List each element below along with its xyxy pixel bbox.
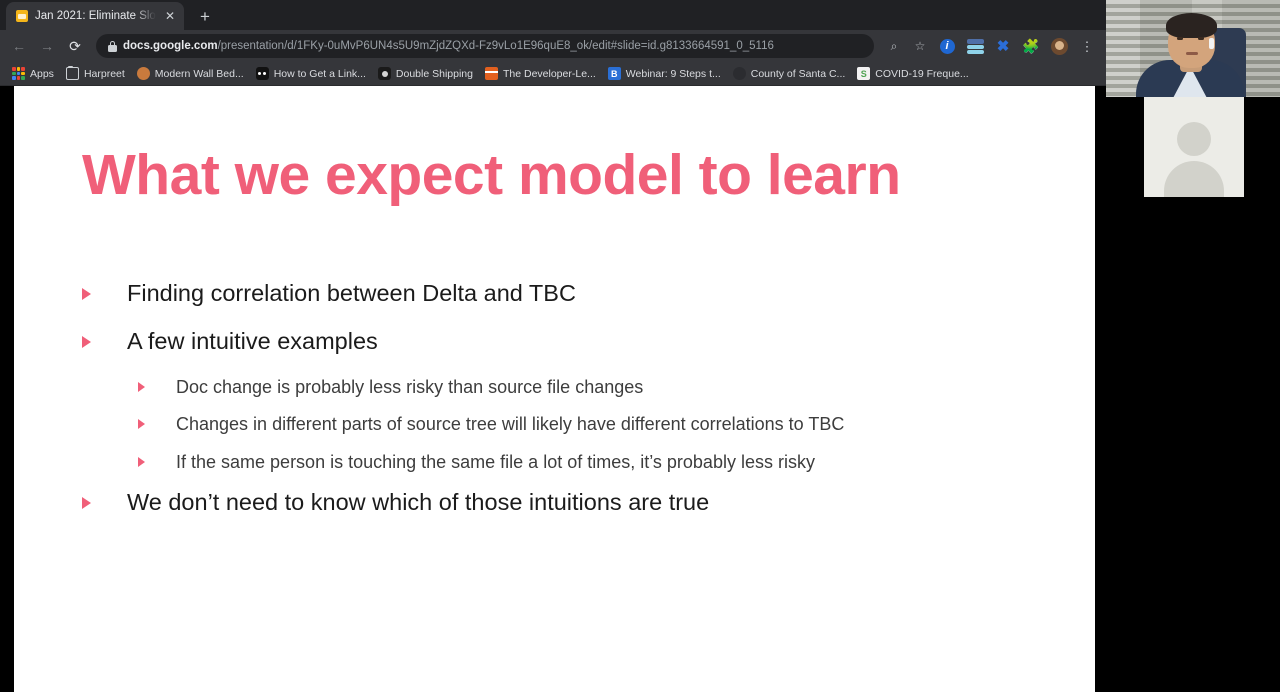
url-host: docs.google.com: [123, 40, 218, 52]
bookmark-label: The Developer-Le...: [502, 67, 596, 80]
bookmark-label: Apps: [30, 67, 54, 80]
avatar-body-icon: [1164, 161, 1224, 197]
slide-bullet-list: Finding correlation between Delta and TB…: [68, 279, 1055, 537]
bullet-text: If the same person is touching the same …: [176, 451, 815, 472]
bullet-item: We don’t need to know which of those int…: [68, 488, 1055, 517]
video-rail: [1106, 0, 1280, 692]
reload-icon[interactable]: ⟳: [62, 33, 88, 59]
lock-icon: [108, 40, 117, 52]
back-icon[interactable]: ←: [6, 33, 32, 59]
profile-avatar-icon[interactable]: [1046, 33, 1072, 59]
info-circle-icon[interactable]: i: [934, 33, 960, 59]
new-tab-button[interactable]: +: [192, 3, 218, 29]
camera-icon: [377, 67, 391, 80]
bullet-item: Finding correlation between Delta and TB…: [68, 279, 1055, 308]
apps-grid-icon: [12, 67, 25, 80]
folder-icon: [65, 65, 79, 80]
address-bar[interactable]: docs.google.com/presentation/d/1FKy-0uMv…: [96, 34, 874, 58]
orange-book-icon: [484, 67, 498, 80]
bullet-text: Doc change is probably less risky than s…: [176, 376, 644, 397]
docs-extension-icon[interactable]: [962, 33, 988, 59]
participant-avatar-tile[interactable]: [1106, 97, 1280, 197]
speaker-eye-left: [1177, 37, 1183, 40]
speaker-eye-right: [1198, 37, 1204, 40]
browser-window: Jan 2021: Eliminate Slow Tests ✕ + ← → ⟳…: [0, 0, 1106, 86]
sub-bullet-item: Doc change is probably less risky than s…: [68, 376, 1055, 399]
bullet-arrow-icon: [82, 497, 91, 510]
blue-doc-icon: B: [607, 67, 621, 80]
x-extension-icon[interactable]: ✖: [990, 33, 1016, 59]
slide-title: What we expect model to learn: [82, 143, 901, 207]
bullet-arrow-icon: [138, 381, 145, 392]
bookmark-how-to-get-a-link[interactable]: How to Get a Link...: [250, 64, 372, 84]
bookmark-star-icon[interactable]: ☆: [908, 34, 932, 58]
tab-strip: Jan 2021: Eliminate Slow Tests ✕ +: [0, 0, 1106, 30]
avatar: [1144, 97, 1244, 197]
bookmark-the-developer-le[interactable]: The Developer-Le...: [479, 64, 602, 84]
bookmark-covid-19-freque[interactable]: S COVID-19 Freque...: [851, 64, 974, 84]
forward-icon[interactable]: →: [34, 33, 60, 59]
bookmark-label: County of Santa C...: [750, 67, 846, 80]
sub-bullet-item: Changes in different parts of source tre…: [68, 413, 1055, 436]
earbud-icon: [1209, 38, 1214, 49]
url-text: docs.google.com/presentation/d/1FKy-0uMv…: [123, 40, 774, 52]
bookmark-county-of-santa-c[interactable]: County of Santa C...: [727, 64, 852, 84]
tab-title: Jan 2021: Eliminate Slow Tests: [35, 10, 156, 22]
bookmark-double-shipping[interactable]: Double Shipping: [372, 64, 479, 84]
extensions-puzzle-icon[interactable]: 🧩: [1018, 33, 1044, 59]
bookmark-label: Webinar: 9 Steps t...: [625, 67, 721, 80]
slides-favicon: [16, 10, 28, 22]
bullet-text: Finding correlation between Delta and TB…: [127, 280, 576, 306]
bookmarks-bar: Apps Harpreet Modern Wall Bed... How to …: [0, 62, 1106, 86]
bookmark-label: COVID-19 Freque...: [875, 67, 969, 80]
chrome-menu-icon[interactable]: ⋮: [1074, 33, 1100, 59]
bullet-text: We don’t need to know which of those int…: [127, 489, 710, 516]
bullet-arrow-icon: [82, 336, 91, 349]
bookmark-harpreet[interactable]: Harpreet: [60, 64, 131, 84]
bookmark-label: Modern Wall Bed...: [154, 67, 244, 80]
bullet-arrow-icon: [138, 419, 145, 430]
browser-toolbar: ← → ⟳ docs.google.com/presentation/d/1FK…: [0, 30, 1106, 62]
screen: Jan 2021: Eliminate Slow Tests ✕ + ← → ⟳…: [0, 0, 1280, 692]
speaker-mouth: [1186, 52, 1198, 55]
window-blinds-left: [1106, 0, 1140, 97]
speaker-hair: [1166, 13, 1217, 38]
avatar-head-icon: [1177, 122, 1211, 156]
url-path: /presentation/d/1FKy-0uMvP6UN4s5U9mZjdZQ…: [217, 40, 774, 52]
browser-tab[interactable]: Jan 2021: Eliminate Slow Tests ✕: [6, 2, 184, 30]
bookmark-label: Harpreet: [83, 67, 125, 80]
bullet-text: A few intuitive examples: [127, 328, 378, 355]
bookmark-label: How to Get a Link...: [273, 67, 366, 80]
bookmark-apps[interactable]: Apps: [6, 64, 60, 84]
bookmark-webinar-9-steps[interactable]: B Webinar: 9 Steps t...: [602, 64, 727, 84]
bullet-item: A few intuitive examples: [68, 327, 1055, 356]
sub-bullet-item: If the same person is touching the same …: [68, 451, 1055, 474]
dark-seal-icon: [732, 67, 746, 80]
bullet-arrow-icon: [138, 456, 145, 467]
presentation-slide[interactable]: What we expect model to learn Finding co…: [14, 86, 1095, 692]
speaker-webcam-tile[interactable]: [1106, 0, 1280, 97]
search-icon[interactable]: ⌕: [882, 34, 906, 58]
bullet-arrow-icon: [82, 288, 91, 300]
black-pill-icon: [255, 67, 269, 80]
bookmark-modern-wall-bed[interactable]: Modern Wall Bed...: [131, 64, 250, 84]
orange-circle-icon: [136, 67, 150, 80]
bullet-text: Changes in different parts of source tre…: [176, 414, 845, 435]
close-icon[interactable]: ✕: [163, 9, 177, 23]
green-s-icon: S: [857, 67, 871, 80]
bookmark-label: Double Shipping: [395, 67, 473, 80]
